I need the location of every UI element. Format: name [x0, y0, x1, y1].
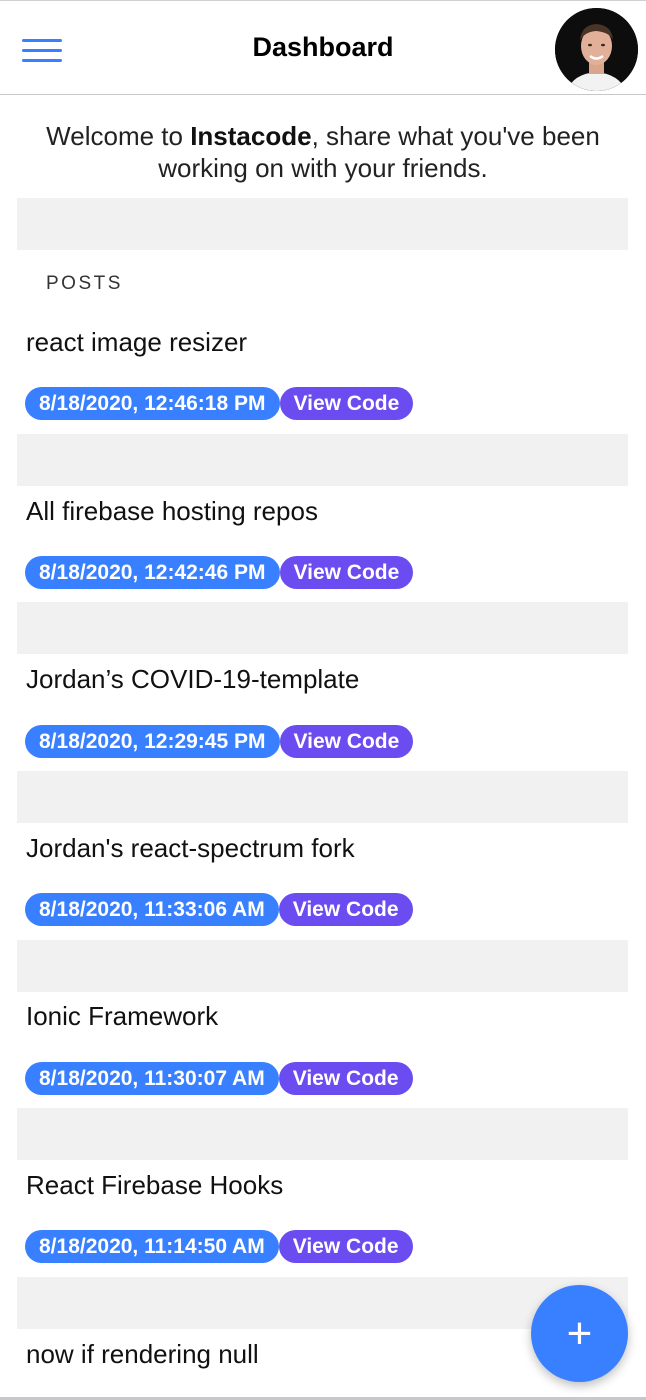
post-chips: 8/18/2020, 12:46:18 PM View Code: [25, 387, 414, 420]
post-date-chip[interactable]: 8/18/2020, 11:14:50 AM: [25, 1230, 279, 1263]
post-title[interactable]: react image resizer: [26, 327, 247, 358]
post-chips: 8/18/2020, 11:14:50 AM View Code: [25, 1230, 413, 1263]
post-date-chip[interactable]: 8/18/2020, 12:29:45 PM: [25, 725, 280, 758]
posts-section-header: POSTS: [46, 273, 123, 294]
post-date-chip[interactable]: 8/18/2020, 11:30:07 AM: [25, 1062, 279, 1095]
welcome-message: Welcome to Instacode, share what you've …: [20, 120, 626, 184]
view-code-button[interactable]: View Code: [278, 1230, 413, 1263]
view-code-button[interactable]: View Code: [279, 725, 414, 758]
welcome-brand: Instacode: [190, 121, 312, 151]
post-date-chip[interactable]: 8/18/2020, 11:33:06 AM: [25, 893, 279, 926]
post-chips: 8/18/2020, 11:30:07 AM View Code: [25, 1062, 413, 1095]
post-title[interactable]: Jordan's react-spectrum fork: [26, 833, 355, 864]
page-title: Dashboard: [252, 32, 394, 62]
user-avatar-photo: [555, 8, 638, 91]
post-title[interactable]: React Firebase Hooks: [26, 1170, 283, 1201]
view-code-button[interactable]: View Code: [279, 387, 414, 420]
view-code-button[interactable]: View Code: [279, 556, 414, 589]
welcome-prefix: Welcome to: [46, 121, 191, 151]
post-title[interactable]: Ionic Framework: [26, 1001, 218, 1032]
top-toolbar: Dashboard: [0, 0, 646, 95]
plus-icon: +: [566, 1309, 593, 1358]
post-chips: 8/18/2020, 12:29:45 PM View Code: [25, 725, 414, 758]
avatar[interactable]: [555, 8, 638, 91]
add-post-button[interactable]: +: [531, 1285, 628, 1382]
list-spacer: [17, 940, 628, 992]
list-spacer: [17, 434, 628, 486]
list-spacer: [17, 198, 628, 250]
post-date-chip[interactable]: 8/18/2020, 12:42:46 PM: [25, 556, 280, 589]
app-root: Dashboard Welcome to Instacode, share wh…: [0, 0, 646, 1400]
list-spacer: [17, 771, 628, 823]
list-spacer: [17, 602, 628, 654]
post-chips: 8/18/2020, 11:33:06 AM View Code: [25, 893, 413, 926]
post-chips: 8/18/2020, 12:42:46 PM View Code: [25, 556, 414, 589]
post-title[interactable]: now if rendering null: [26, 1339, 259, 1370]
post-date-chip[interactable]: 8/18/2020, 12:46:18 PM: [25, 387, 280, 420]
view-code-button[interactable]: View Code: [278, 1062, 413, 1095]
view-code-button[interactable]: View Code: [278, 893, 413, 926]
post-title[interactable]: All firebase hosting repos: [26, 496, 318, 527]
list-spacer: [17, 1108, 628, 1160]
post-title[interactable]: Jordan’s COVID-19-template: [26, 664, 359, 695]
